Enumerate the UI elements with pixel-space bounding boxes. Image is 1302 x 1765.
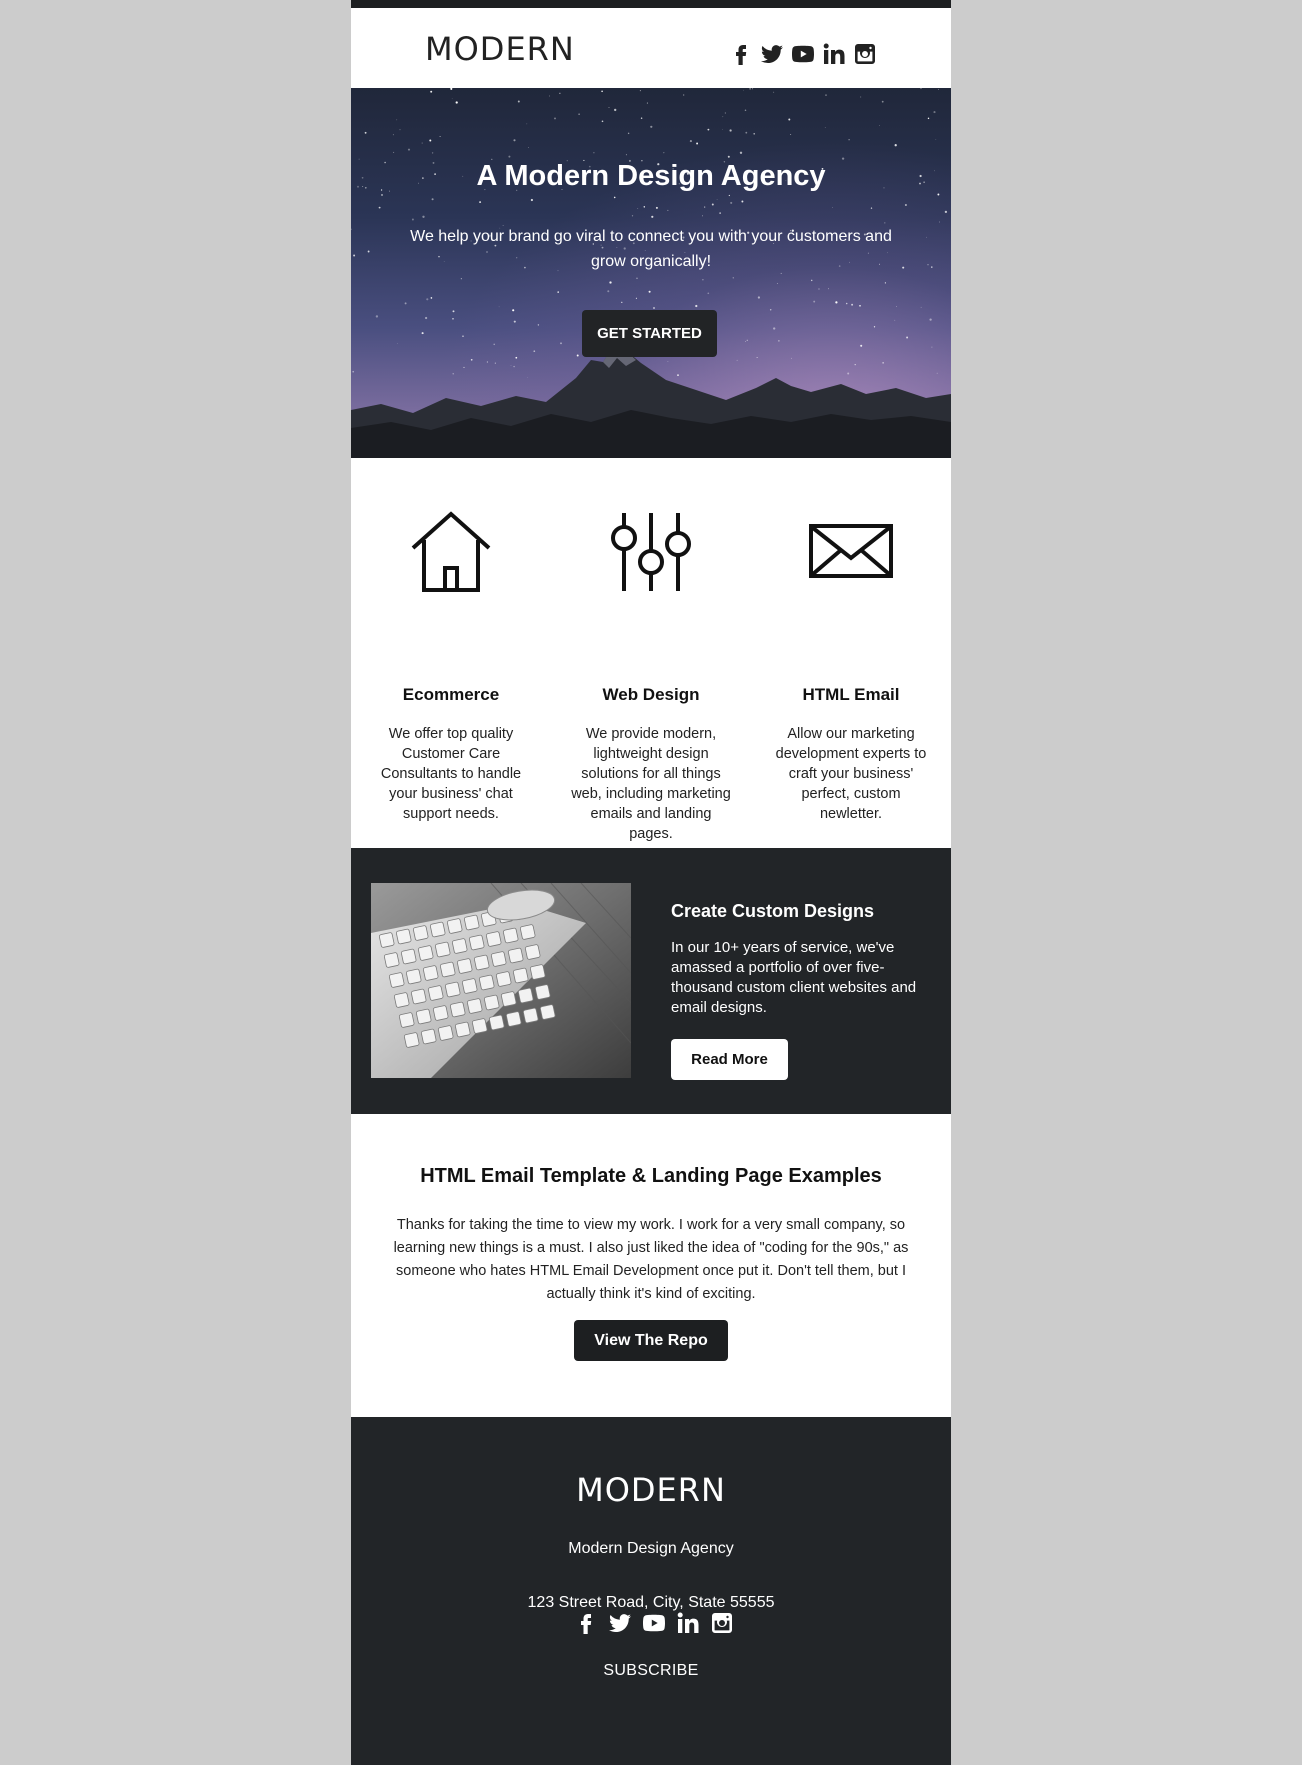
sliders-icon bbox=[611, 513, 691, 591]
features-section: Ecommerce We offer top quality Customer … bbox=[351, 458, 951, 848]
hero-text: We help your brand go viral to connect y… bbox=[410, 228, 892, 270]
twitter-icon[interactable] bbox=[608, 1611, 632, 1635]
read-more-button[interactable]: Read More bbox=[671, 1039, 788, 1080]
get-started-button[interactable]: GET STARTED bbox=[582, 310, 717, 357]
promo-text: In our 10+ years of service, we've amass… bbox=[671, 939, 917, 1016]
header: MODERN bbox=[351, 8, 951, 88]
header-social-links bbox=[729, 42, 877, 66]
examples-title: HTML Email Template & Landing Page Examp… bbox=[420, 1165, 882, 1187]
facebook-icon[interactable] bbox=[729, 42, 753, 66]
instagram-icon[interactable] bbox=[853, 42, 877, 66]
twitter-icon[interactable] bbox=[760, 42, 784, 66]
keyboard-and-mouse-photo bbox=[371, 883, 631, 1078]
promo-title: Create Custom Designs bbox=[671, 901, 875, 921]
linkedin-icon[interactable] bbox=[676, 1611, 700, 1635]
feature-title: HTML Email bbox=[802, 685, 900, 704]
feature-web-design: Web Design We provide modern, lightweigh… bbox=[571, 510, 731, 842]
feature-title: Web Design bbox=[602, 685, 700, 704]
feature-html-email: HTML Email Allow our marketing developme… bbox=[771, 510, 931, 822]
house-icon bbox=[411, 511, 491, 592]
envelope-icon bbox=[809, 524, 893, 578]
footer: MODERN Modern Design Agency 123 Street R… bbox=[351, 1417, 951, 1765]
youtube-icon[interactable] bbox=[791, 42, 815, 66]
facebook-icon[interactable] bbox=[574, 1611, 598, 1635]
footer-social-links bbox=[574, 1611, 734, 1635]
view-repo-button[interactable]: View The Repo bbox=[574, 1320, 728, 1361]
email-container: MODERN A Modern Design Agency We help yo… bbox=[351, 0, 951, 1765]
footer-company-name: Modern Design Agency bbox=[568, 1540, 734, 1557]
logo[interactable]: MODERN bbox=[425, 30, 575, 68]
feature-text: We provide modern, lightweight design so… bbox=[571, 726, 731, 842]
hero-banner: A Modern Design Agency We help your bran… bbox=[351, 88, 951, 458]
footer-address: 123 Street Road, City, State 55555 bbox=[527, 1594, 775, 1611]
youtube-icon[interactable] bbox=[642, 1611, 666, 1635]
examples-section: HTML Email Template & Landing Page Examp… bbox=[351, 1114, 951, 1417]
subscribe-link[interactable]: SUBSCRIBE bbox=[351, 1662, 951, 1680]
promo-section: Create Custom Designs In our 10+ years o… bbox=[351, 848, 951, 1114]
linkedin-icon[interactable] bbox=[822, 42, 846, 66]
feature-text: Allow our marketing development experts … bbox=[775, 726, 927, 822]
hero-title: A Modern Design Agency bbox=[476, 160, 826, 192]
feature-title: Ecommerce bbox=[402, 685, 500, 704]
footer-logo[interactable]: MODERN bbox=[351, 1471, 951, 1509]
instagram-icon[interactable] bbox=[710, 1611, 734, 1635]
top-bar bbox=[351, 0, 951, 8]
examples-text: Thanks for taking the time to view my wo… bbox=[393, 1217, 909, 1302]
feature-text: We offer top quality Customer Care Consu… bbox=[380, 726, 522, 822]
feature-ecommerce: Ecommerce We offer top quality Customer … bbox=[371, 510, 531, 822]
